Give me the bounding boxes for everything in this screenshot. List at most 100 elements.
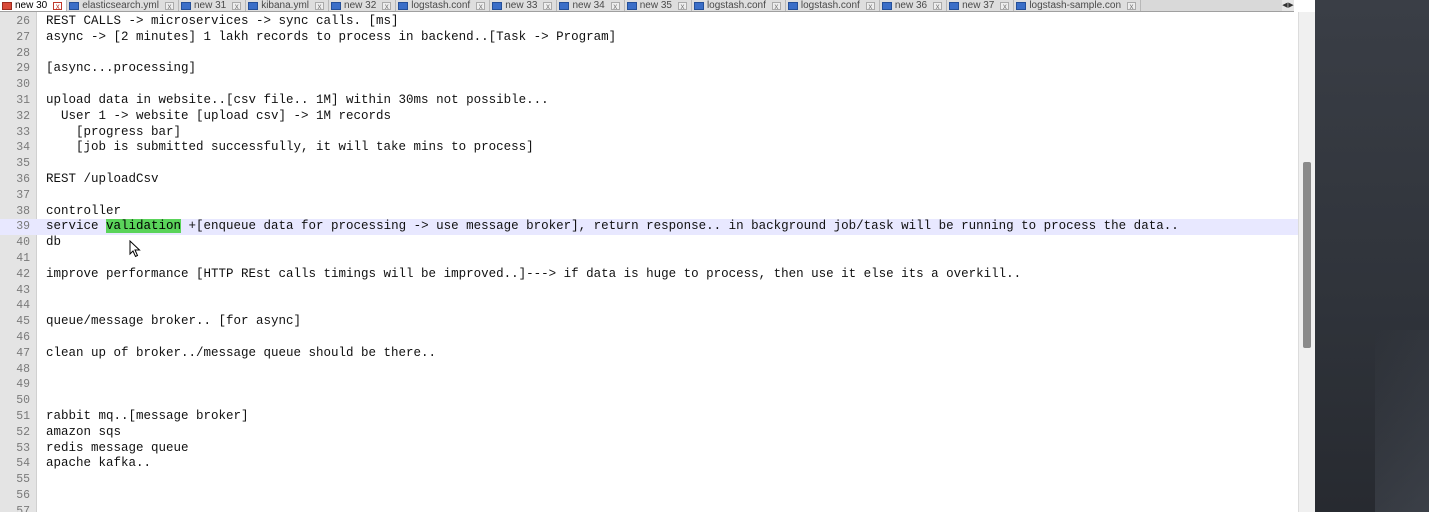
line-number: 54 [16, 457, 30, 471]
close-icon[interactable]: x [610, 1, 620, 10]
tab-label: kibana.yml [261, 0, 310, 11]
file-icon [331, 1, 342, 10]
current-line[interactable]: 39 service validation +[enqueue data for … [0, 219, 1298, 236]
tab-label: logstash.conf [411, 0, 471, 11]
file-icon [626, 1, 637, 10]
editor-line[interactable]: 46 [0, 330, 1298, 346]
text-editor[interactable]: 26 REST CALLS -> microservices -> sync ca… [0, 12, 1298, 512]
close-icon[interactable]: x [382, 1, 392, 10]
close-icon[interactable]: x [476, 1, 486, 10]
line-number: 55 [16, 473, 30, 487]
tab-scroll-controls: ◀ ▶ [1282, 0, 1294, 11]
editor-line[interactable]: 36 REST /uploadCsv [0, 172, 1298, 188]
editor-line[interactable]: 56 [0, 488, 1298, 504]
tab-1[interactable]: elasticsearch.yml x [67, 0, 179, 11]
tab-label: new 37 [962, 0, 995, 11]
editor-line[interactable]: 32 User 1 -> website [upload csv] -> 1M … [0, 109, 1298, 125]
line-text: service validation +[enqueue data for pr… [46, 219, 1179, 235]
vertical-scrollbar[interactable] [1298, 12, 1315, 512]
close-icon[interactable]: x [53, 1, 63, 10]
editor-line[interactable]: 38 controller [0, 204, 1298, 220]
close-icon[interactable]: x [315, 1, 325, 10]
editor-line[interactable]: 28 [0, 46, 1298, 62]
line-text: db [46, 235, 62, 250]
editor-line[interactable]: 57 [0, 504, 1298, 512]
line-text: [async...processing] [46, 61, 197, 76]
line-number: 30 [16, 78, 30, 92]
line-number: 38 [16, 204, 30, 218]
close-icon[interactable]: x [865, 1, 875, 10]
line-number: 46 [16, 331, 30, 344]
file-icon [787, 1, 798, 10]
editor-line[interactable]: 44 [0, 298, 1298, 314]
tab-label: logstash.conf [800, 0, 860, 11]
editor-line[interactable]: 30 [0, 77, 1298, 93]
editor-line[interactable]: 42 improve performance [HTTP REst calls t… [0, 267, 1298, 283]
close-icon[interactable]: x [232, 1, 242, 10]
editor-line[interactable]: 55 [0, 472, 1298, 488]
tab-label: new 35 [639, 0, 672, 11]
line-number: 50 [16, 394, 30, 408]
close-icon[interactable]: x [164, 1, 174, 10]
line-text: redis message queue [46, 440, 189, 455]
tab-label: new 30 [15, 0, 48, 11]
editor-line[interactable]: 29 [async...processing] [0, 61, 1298, 77]
editor-line[interactable]: 41 [0, 251, 1298, 267]
close-icon[interactable]: x [1127, 1, 1137, 10]
tab-10[interactable]: logstash.conf x [785, 0, 880, 11]
close-icon[interactable]: x [677, 1, 687, 10]
editor-line[interactable]: 33 [progress bar] [0, 125, 1298, 141]
editor-line[interactable]: 27 async -> [2 minutes] 1 lakh records to… [0, 30, 1298, 46]
tab-3[interactable]: kibana.yml x [246, 0, 330, 11]
editor-line[interactable]: 26 REST CALLS -> microservices -> sync ca… [0, 14, 1298, 30]
close-icon[interactable]: x [933, 1, 943, 10]
line-number: 44 [16, 299, 30, 313]
editor-line[interactable]: 34 [job is submitted successfully, it wi… [0, 140, 1298, 156]
line-text: [job is submitted successfully, it will … [46, 140, 534, 155]
close-icon[interactable]: x [1000, 1, 1010, 10]
editor-line[interactable]: 51 rabbit mq..[message broker] [0, 409, 1298, 425]
tab-0[interactable]: new 30 x [0, 0, 68, 11]
tab-label: new 31 [193, 0, 227, 11]
tab-11[interactable]: new 36 x [879, 0, 948, 11]
line-number: 35 [16, 157, 30, 171]
line-number: 37 [16, 188, 30, 202]
line-text: [progress bar] [46, 124, 182, 139]
editor-line[interactable]: 54 apache kafka.. [0, 456, 1298, 472]
editor-line[interactable]: 47 clean up of broker../message queue sho… [0, 346, 1298, 362]
close-icon[interactable]: x [543, 1, 553, 10]
editor-line[interactable]: 40 db [0, 235, 1298, 251]
tab-2[interactable]: new 31 x [178, 0, 247, 11]
tab-12[interactable]: new 37 x [947, 0, 1015, 11]
tab-5[interactable]: logstash.conf x [396, 0, 491, 11]
line-text: apache kafka.. [46, 456, 152, 471]
file-icon [949, 1, 960, 10]
tab-4[interactable]: new 32 x [329, 0, 397, 11]
editor-line[interactable]: 48 [0, 362, 1298, 378]
editor-line[interactable]: 35 [0, 156, 1298, 172]
close-icon[interactable]: x [771, 1, 781, 10]
line-number: 26 [16, 15, 30, 28]
editor-line[interactable]: 52 amazon sqs [0, 425, 1298, 441]
tab-8[interactable]: new 35 x [624, 0, 692, 11]
tab-9[interactable]: logstash.conf x [691, 0, 786, 11]
line-number: 48 [16, 362, 30, 376]
editor-line[interactable]: 49 [0, 377, 1298, 393]
line-text: controller [46, 203, 122, 218]
editor-line[interactable]: 53 redis message queue [0, 441, 1298, 457]
editor-line[interactable]: 43 [0, 283, 1298, 299]
tab-13[interactable]: logstash-sample.con x [1014, 0, 1142, 11]
tab-6[interactable]: new 33 x [490, 0, 558, 11]
line-number: 49 [16, 378, 30, 392]
editor-line[interactable]: 45 queue/message broker.. [for async] [0, 314, 1298, 330]
editor-line[interactable]: 31 upload data in website..[csv file.. 1M… [0, 93, 1298, 109]
line-number: 45 [16, 315, 30, 329]
editor-line[interactable]: 37 [0, 188, 1298, 204]
line-number: 53 [16, 441, 30, 455]
tab-label: new 32 [344, 0, 377, 11]
tab-scroll-right-icon[interactable]: ▶ [1288, 0, 1294, 11]
line-text-before-highlight: service [46, 219, 107, 234]
tab-7[interactable]: new 34 x [557, 0, 625, 11]
editor-line[interactable]: 50 [0, 393, 1298, 409]
scrollbar-thumb[interactable] [1303, 162, 1311, 348]
